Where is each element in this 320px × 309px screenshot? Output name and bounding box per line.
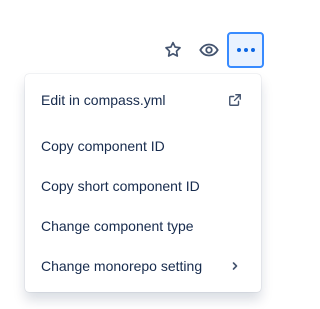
more-icon-dot: [250, 48, 255, 52]
menu-item-label: Edit in compass.yml: [41, 92, 166, 108]
menu-item-change-monorepo-setting[interactable]: Change monorepo setting: [25, 246, 261, 286]
actions-menu: Edit in compass.yml Copy component ID Co…: [25, 74, 261, 292]
more-actions-button[interactable]: [227, 32, 264, 68]
star-icon: [165, 41, 181, 57]
header-actions: [0, 32, 279, 68]
menu-item-label: Change monorepo setting: [41, 258, 203, 274]
menu-item-change-component-type[interactable]: Change component type: [25, 206, 261, 246]
chevron-right-icon: [227, 258, 243, 274]
watch-button[interactable]: [192, 33, 226, 67]
menu-item-label: Copy component ID: [41, 138, 165, 154]
page: Edit in compass.yml Copy component ID Co…: [0, 0, 279, 309]
menu-item-label: Change component type: [41, 218, 194, 234]
star-button[interactable]: [156, 33, 190, 67]
more-icon: [236, 48, 255, 52]
more-icon-dot: [243, 48, 248, 52]
menu-item-copy-component-id[interactable]: Copy component ID: [25, 126, 261, 166]
menu-item-label: Copy short component ID: [41, 178, 200, 194]
external-link-icon: [227, 92, 243, 108]
eye-icon: [199, 43, 219, 57]
menu-item-edit-in-compass-yml[interactable]: Edit in compass.yml: [25, 80, 261, 120]
menu-item-copy-short-component-id[interactable]: Copy short component ID: [25, 166, 261, 206]
more-icon-dot: [236, 48, 241, 52]
